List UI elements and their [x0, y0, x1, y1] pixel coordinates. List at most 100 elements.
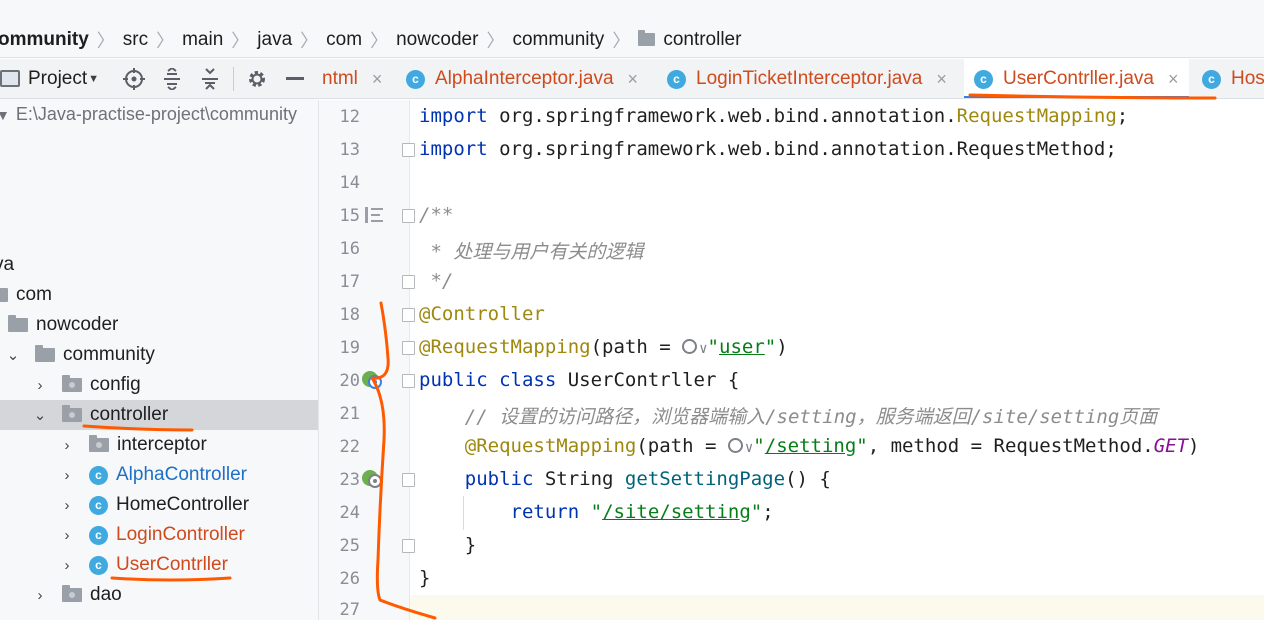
- chevron-right-icon[interactable]: ›: [60, 527, 74, 544]
- chevron-right-icon[interactable]: ›: [60, 557, 74, 574]
- globe-icon[interactable]: [682, 339, 698, 354]
- chevron-right-icon[interactable]: ›: [60, 497, 74, 514]
- active-tab-indicator: [964, 96, 1189, 98]
- tree-item-controller[interactable]: ⌄ controller: [0, 400, 318, 430]
- breadcrumb-item-nowcoder[interactable]: nowcoder: [390, 29, 484, 51]
- breadcrumb-item-com[interactable]: com: [320, 29, 368, 51]
- tab-alphainterceptor[interactable]: c AlphaInterceptor.java ×: [406, 59, 639, 98]
- breadcrumb-item-java[interactable]: java: [251, 29, 298, 51]
- minimize-icon[interactable]: [276, 64, 314, 94]
- tab-html[interactable]: ntml ×: [322, 59, 383, 98]
- globe-icon[interactable]: [727, 438, 743, 453]
- close-icon[interactable]: ×: [628, 69, 639, 90]
- tree-item-com[interactable]: com: [0, 280, 318, 310]
- folder-icon: [638, 30, 656, 46]
- chevron-right-icon[interactable]: ›: [60, 467, 74, 484]
- fold-marker-icon[interactable]: [402, 209, 415, 223]
- tab-hos[interactable]: c Hos: [1202, 59, 1264, 98]
- chevron-right-icon: 〉: [612, 31, 631, 51]
- gear-icon[interactable]: [238, 64, 276, 94]
- chevron-right-icon[interactable]: ›: [33, 377, 47, 394]
- tree-root-path-row[interactable]: ▼ E:\Java-practise-project\community: [0, 104, 297, 125]
- spring-bean-icon[interactable]: [361, 469, 383, 489]
- fold-marker-icon[interactable]: [402, 308, 415, 322]
- current-line-highlight: [410, 595, 1264, 620]
- tab-loginticketinterceptor[interactable]: c LoginTicketInterceptor.java ×: [667, 59, 947, 98]
- package-icon: [62, 375, 82, 392]
- tree-item-dao[interactable]: › dao: [0, 580, 318, 610]
- tab-label: Hos: [1231, 68, 1264, 89]
- editor-tab-bar: ntml × c AlphaInterceptor.java × c Login…: [318, 59, 1264, 99]
- code-text: org.springframework.web.bind.annotation.: [487, 105, 957, 127]
- chevron-right-icon[interactable]: ›: [33, 587, 47, 604]
- tree-item-usercontrller[interactable]: › c UserContrller: [0, 550, 318, 580]
- breadcrumb-item-controller[interactable]: controller: [632, 29, 747, 51]
- tree-item-alphacontroller[interactable]: › c AlphaController: [0, 460, 318, 490]
- code-constant: GET: [1153, 435, 1189, 457]
- fold-marker-icon[interactable]: [402, 341, 415, 355]
- code-keyword: public: [419, 468, 534, 490]
- dropdown-arrow-icon[interactable]: ▼: [88, 73, 99, 85]
- project-toolbar: Project ▼: [0, 59, 318, 99]
- breadcrumb-item-project[interactable]: ommunity: [0, 29, 95, 51]
- tree-item-config[interactable]: › config: [0, 370, 318, 400]
- tab-usercontrller[interactable]: c UserContrller.java ×: [964, 59, 1189, 98]
- crosshair-icon[interactable]: [115, 64, 153, 94]
- indent-guide: [463, 496, 464, 530]
- code-string-link[interactable]: user: [719, 336, 765, 358]
- tab-label: AlphaInterceptor.java: [435, 68, 614, 89]
- structure-icon[interactable]: [365, 207, 383, 223]
- tree-item-interceptor[interactable]: › interceptor: [0, 430, 318, 460]
- code-text: () {: [785, 468, 831, 490]
- fold-marker-icon[interactable]: [402, 275, 415, 289]
- code-line-15: /**: [419, 204, 454, 226]
- fold-marker-icon[interactable]: [402, 143, 415, 157]
- line-number: 13: [339, 140, 360, 160]
- tree-item-label: UserContrller: [116, 554, 228, 575]
- chevron-down-icon[interactable]: ⌄: [6, 346, 20, 364]
- code-annotation: @RequestMapping: [419, 336, 591, 358]
- tree-item-label: nowcoder: [36, 314, 119, 335]
- code-line-16: * 处理与用户有关的逻辑: [419, 241, 644, 263]
- close-icon[interactable]: ×: [372, 69, 383, 90]
- breadcrumb-item-src[interactable]: src: [117, 29, 154, 51]
- code-string-link[interactable]: /site/setting: [602, 501, 751, 523]
- collapse-all-icon[interactable]: [191, 64, 229, 94]
- code-line-22: @RequestMapping(path = ∨"/setting", meth…: [419, 435, 1200, 457]
- chevron-down-icon[interactable]: ∨: [699, 341, 707, 357]
- fold-marker-icon[interactable]: [402, 539, 415, 553]
- chevron-right-icon: 〉: [486, 31, 505, 51]
- class-icon: c: [89, 495, 108, 515]
- chevron-right-icon: 〉: [96, 31, 115, 51]
- code-keyword: public class: [419, 369, 557, 391]
- code-string: ": [590, 501, 603, 523]
- expand-all-icon[interactable]: [153, 64, 191, 94]
- tree-item-homecontroller[interactable]: › c HomeController: [0, 490, 318, 520]
- project-icon: [0, 70, 20, 87]
- code-keyword: return: [419, 501, 580, 523]
- code-class-name: RequestMapping: [956, 105, 1117, 127]
- package-icon: [62, 585, 82, 602]
- code-keyword: import: [419, 138, 488, 160]
- spring-bean-icon[interactable]: [361, 370, 383, 390]
- chevron-right-icon[interactable]: ›: [60, 437, 74, 454]
- code-string-link[interactable]: /setting: [765, 435, 857, 457]
- code-method: getSettingPage: [624, 468, 786, 490]
- tree-item-label: com: [16, 284, 52, 305]
- tree-item-logincontroller[interactable]: › c LoginController: [0, 520, 318, 550]
- fold-marker-icon[interactable]: [402, 374, 415, 388]
- code-text: org.springframework.web.bind.annotation.…: [487, 138, 1117, 160]
- folder-icon: [8, 315, 28, 332]
- project-view-selector[interactable]: Project: [28, 68, 87, 90]
- fold-marker-icon[interactable]: [402, 473, 415, 487]
- tree-item-nowcoder[interactable]: nowcoder: [0, 310, 318, 340]
- close-icon[interactable]: ×: [1168, 69, 1179, 90]
- code-editor[interactable]: [410, 100, 1264, 620]
- class-icon: c: [89, 555, 108, 575]
- chevron-down-icon[interactable]: ⌄: [33, 406, 47, 424]
- close-icon[interactable]: ×: [936, 69, 947, 90]
- breadcrumb-item-community[interactable]: community: [506, 29, 610, 51]
- tree-item[interactable]: va: [0, 250, 318, 280]
- breadcrumb-item-main[interactable]: main: [176, 29, 229, 51]
- tree-item-community[interactable]: ⌄ community: [0, 340, 318, 370]
